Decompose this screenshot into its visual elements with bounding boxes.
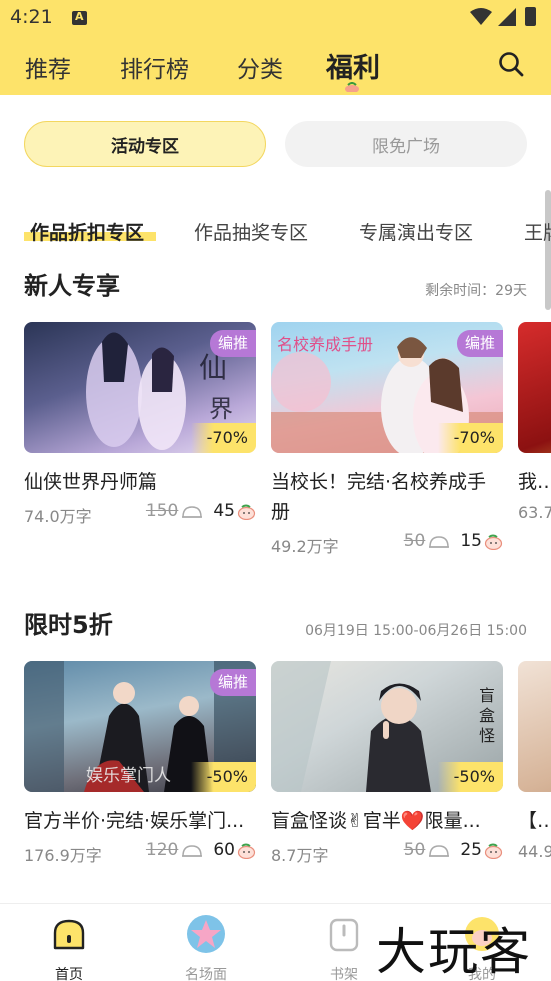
discount-price: 15: [460, 531, 482, 551]
book-cover[interactable]: 仙 界 编推 -70%: [24, 322, 256, 453]
discount-badge: -50%: [190, 762, 256, 792]
original-price: 150: [145, 501, 179, 521]
original-price: 50: [403, 840, 426, 860]
word-count: 44.9: [518, 842, 551, 861]
svg-text:界: 界: [209, 395, 233, 423]
svg-text:娱乐掌门人: 娱乐掌门人: [86, 766, 171, 786]
discount-price: 25: [460, 840, 482, 860]
section-countdown: 剩余时间：29天: [425, 283, 527, 299]
section-title: 限时5折: [24, 611, 113, 639]
svg-text:盒: 盒: [479, 706, 495, 725]
peach-icon: [484, 534, 503, 550]
book-card[interactable]: 仙 界 编推 -70% 仙侠世界丹师篇 74.0万字 150 45: [24, 322, 256, 527]
bookshelf-icon: [329, 918, 359, 952]
bottom-nav-label: 首页: [55, 967, 83, 981]
main-nav: 推荐 排行榜 分类 福利: [0, 38, 551, 94]
word-count: 74.0万字: [24, 507, 92, 526]
book-title: 仙侠世界丹师篇: [24, 471, 158, 493]
word-count: 8.7万字: [271, 846, 329, 865]
word-count: 176.9万字: [24, 846, 102, 865]
category-tab-lottery[interactable]: 作品抽奖专区: [194, 218, 308, 245]
price: 50 25: [404, 840, 503, 860]
discount-price: 45: [213, 501, 235, 521]
bun-icon: [182, 505, 203, 518]
editor-pick-badge: 编推: [209, 330, 256, 357]
tab-category[interactable]: 分类: [237, 50, 283, 84]
book-cover[interactable]: 名校养成手册 编推 -70%: [271, 322, 503, 453]
section-period: 06月19日 15:00-06月26日 15:00: [305, 623, 527, 639]
status-bar: 4:21: [0, 0, 551, 36]
bottom-nav-label: 书架: [330, 967, 358, 981]
tab-recommend[interactable]: 推荐: [25, 50, 71, 84]
tab-ranking[interactable]: 排行榜: [120, 50, 189, 84]
svg-text:怪: 怪: [479, 726, 495, 745]
book-card-partial[interactable]: 我的 63.7: [518, 322, 551, 527]
svg-text:名校养成手册: 名校养成手册: [277, 335, 373, 354]
search-icon[interactable]: [498, 51, 524, 77]
wifi-icon: [470, 8, 492, 25]
peach-icon: [484, 843, 503, 859]
svg-text:盲: 盲: [479, 686, 495, 705]
peach-icon: [237, 843, 256, 859]
watermark: 大玩客: [376, 923, 532, 981]
original-price: 120: [145, 840, 179, 860]
book-title: 我的: [518, 471, 551, 493]
price: 150 45: [146, 501, 256, 521]
book-cover[interactable]: [518, 322, 551, 453]
discount-badge: -70%: [190, 423, 256, 453]
top-bar: 4:21 推荐 排行榜 分类 福利: [0, 0, 551, 95]
notification-icon: [72, 10, 87, 25]
bun-icon: [182, 844, 203, 857]
discount-price: 60: [213, 840, 235, 860]
word-count: 49.2万字: [271, 537, 339, 556]
book-card[interactable]: 盲 盒 怪 -50% 盲盒怪谈✌官半❤️限量... 8.7万字 50 25: [271, 661, 503, 866]
peach-indicator-icon: [345, 82, 359, 92]
editor-pick-badge: 编推: [456, 330, 503, 357]
discount-badge: -50%: [437, 762, 503, 792]
book-title: 盲盒怪谈✌官半❤️限量...: [271, 810, 481, 832]
book-cover[interactable]: 盲 盒 怪 -50%: [271, 661, 503, 792]
book-cover[interactable]: 娱乐掌门人 编推 -50%: [24, 661, 256, 792]
discount-badge: -70%: [437, 423, 503, 453]
book-card-partial[interactable]: 【拍 44.9: [518, 661, 551, 866]
bottom-nav-label: 名场面: [185, 967, 227, 981]
book-cover[interactable]: [518, 661, 551, 792]
book-title: 当校长！完结·名校养成手册: [271, 471, 487, 523]
signal-icon: [498, 8, 516, 26]
category-tab-ace[interactable]: 王牌: [524, 218, 551, 245]
original-price: 50: [403, 531, 426, 551]
category-tab-discount[interactable]: 作品折扣专区: [30, 218, 144, 245]
scrollbar[interactable]: [545, 190, 551, 310]
category-tab-performance[interactable]: 专属演出专区: [359, 218, 473, 245]
word-count: 63.7: [518, 503, 551, 522]
segment-free-plaza[interactable]: 限免广场: [285, 121, 527, 167]
tab-welfare[interactable]: 福利: [326, 46, 380, 85]
home-icon: [53, 919, 85, 950]
star-scene-icon: [187, 915, 225, 953]
book-card[interactable]: 名校养成手册 编推 -70% 当校长！完结·名校养成手册 49.2万字 50 1…: [271, 322, 503, 557]
peach-icon: [237, 504, 256, 520]
book-title: 【拍: [518, 810, 551, 832]
bun-icon: [429, 535, 450, 548]
price: 50 15: [404, 531, 503, 551]
status-time: 4:21: [10, 6, 53, 28]
book-title: 官方半价·完结·娱乐掌门...: [24, 810, 245, 832]
battery-icon: [525, 7, 536, 26]
price: 120 60: [146, 840, 256, 860]
book-card[interactable]: 娱乐掌门人 编推 -50% 官方半价·完结·娱乐掌门... 176.9万字 12…: [24, 661, 256, 866]
bun-icon: [429, 844, 450, 857]
segment-activity-zone[interactable]: 活动专区: [24, 121, 266, 167]
section-title: 新人专享: [24, 272, 120, 300]
editor-pick-badge: 编推: [209, 669, 256, 696]
